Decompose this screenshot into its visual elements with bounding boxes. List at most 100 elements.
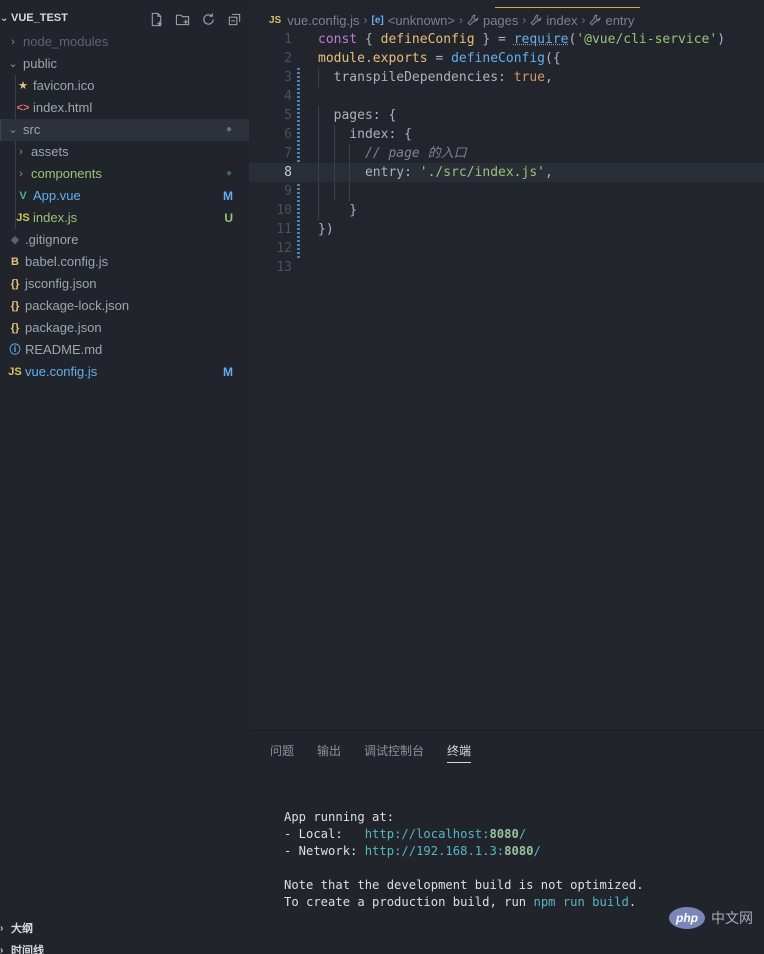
indent-guide [318,182,319,201]
code-line[interactable]: 5 pages: { [249,106,764,125]
code-token: ({ [545,51,561,66]
code-text: transpileDependencies: true, [318,68,553,87]
tree-item[interactable]: ★ favicon.ico [0,75,249,97]
tree-item[interactable]: ⌄ public [0,53,249,75]
tab-problems[interactable]: 问题 [270,743,294,763]
tree-item[interactable]: <> index.html [0,97,249,119]
code-token: './src/index.js' [419,165,545,180]
code-line[interactable]: 10 } [249,201,764,220]
outline-section[interactable]: › 大纲 [0,918,249,940]
tree-item[interactable]: {} package.json [0,317,249,339]
code-line[interactable]: 13 [249,258,764,277]
timeline-section[interactable]: › 时间线 [0,940,249,954]
breadcrumb-pages[interactable]: pages [483,13,518,28]
tab-debug-console[interactable]: 调试控制台 [364,743,424,763]
code-line[interactable]: 4 [249,87,764,106]
explorer-actions [147,10,243,28]
tree-item-label: index.html [33,100,93,115]
explorer-root-toggle[interactable]: ⌄ VUE_TEST [0,12,68,24]
git-status-badge: ● [225,124,232,135]
code-line[interactable]: 2 module.exports = defineConfig({ [249,49,764,68]
tab-terminal[interactable]: 终端 [447,743,472,763]
breadcrumb-entry[interactable]: entry [605,13,634,28]
collapse-all-icon[interactable] [225,10,243,28]
tree-item[interactable]: › node_modules [0,31,249,53]
code-text: entry: './src/index.js', [318,163,553,182]
code-line[interactable]: 9 [249,182,764,201]
tree-item[interactable]: {} jsconfig.json [0,273,249,295]
terminal-line: App running at: [284,810,395,824]
network-url-link[interactable]: http://192.168.1.3:8080/ [365,844,541,858]
tab-output[interactable]: 输出 [317,743,341,763]
tree-item[interactable]: JS vue.config.js M [0,361,249,383]
watermark-text: 中文网 [711,910,753,926]
breadcrumb-unknown[interactable]: <unknown> [388,13,455,28]
tree-item[interactable]: JS index.js U [0,207,249,229]
js-icon: JS [16,212,30,224]
tree-item-label: babel.config.js [25,254,109,269]
tree-item-label: vue.config.js [25,364,98,379]
code-line[interactable]: 1 const { defineConfig } = require('@vue/… [249,30,764,49]
code-text: const { defineConfig } = require('@vue/c… [318,30,725,49]
tree-item[interactable]: ⓘ README.md [0,339,249,361]
line-number: 9 [284,184,292,199]
breadcrumb-index[interactable]: index [546,13,577,28]
tree-item[interactable]: ⌄ src ● [0,119,249,141]
tree-item-label: src [23,122,41,137]
tree-item-label: App.vue [33,188,81,203]
info-icon: ⓘ [9,344,21,356]
watermark: php 中文网 [669,907,753,929]
chevron-right-icon: › [458,13,463,27]
code-token: . [364,51,373,66]
code-token: transpileDependencies [333,70,499,85]
line-number: 4 [284,89,292,104]
code-line[interactable]: 6 index: { [249,125,764,144]
code-line[interactable]: 7 // page 的入口 [249,144,764,163]
refresh-icon[interactable] [199,10,217,28]
code-token: } = [474,32,514,47]
tree-item-label: node_modules [23,34,109,49]
tree-item[interactable]: Bbabel.config.js [0,251,249,273]
code-line[interactable]: 8 entry: './src/index.js', [249,163,764,182]
terminal-line: Note that the development build is not o… [284,878,644,892]
code-area[interactable]: 1 const { defineConfig } = require('@vue/… [249,30,764,277]
code-token: : [404,165,420,180]
tree-item[interactable]: › assets [0,141,249,163]
local-url-link[interactable]: http://localhost:8080/ [365,827,526,841]
indent-guide [349,182,351,201]
new-folder-icon[interactable] [173,10,191,28]
tree-item[interactable]: V App.vue M [0,185,249,207]
code-text: index: { [318,125,412,144]
code-token: = [427,51,452,66]
code-editor[interactable]: JS vue.config.js › [e] <unknown> › pages… [249,0,764,730]
local-url: http://localhost: [364,827,490,841]
network-slash: / [533,844,541,858]
chevron-right-icon: › [363,13,368,27]
tree-item[interactable]: ◆ .gitignore [0,229,249,251]
sticky-scroll-indicator [495,7,640,8]
breadcrumb-file[interactable]: vue.config.js [287,13,359,28]
tree-item[interactable]: › components ● [0,163,249,185]
terminal-line: - Network: http://192.168.1.3:8080/ [284,843,644,860]
code-token: defineConfig [451,51,545,66]
timeline-label: 时间线 [11,945,44,954]
code-token: exports [372,51,428,66]
code-line[interactable]: 12 [249,239,764,258]
variable-symbol-icon: [e] [371,14,384,26]
tree-item-label: favicon.ico [33,78,95,93]
wrench-icon [589,14,601,26]
line-number: 11 [276,222,292,237]
chevron-down-icon: ⌄ [0,12,9,24]
code-line[interactable]: 11}) [249,220,764,239]
tree-item[interactable]: {} package-lock.json [0,295,249,317]
panel-tabs: 问题 输出 调试控制台 终端 [270,743,494,763]
explorer-sidebar: ⌄ VUE_TEST › node_modules ⌄ public ★ favicon.… [0,0,249,954]
new-file-icon[interactable] [147,10,165,28]
code-token: index [349,127,389,142]
code-line[interactable]: 3 transpileDependencies: true, [249,68,764,87]
terminal-output[interactable]: App running at: - Local: http://localhos… [284,809,644,911]
local-label: - Local: [284,827,365,841]
